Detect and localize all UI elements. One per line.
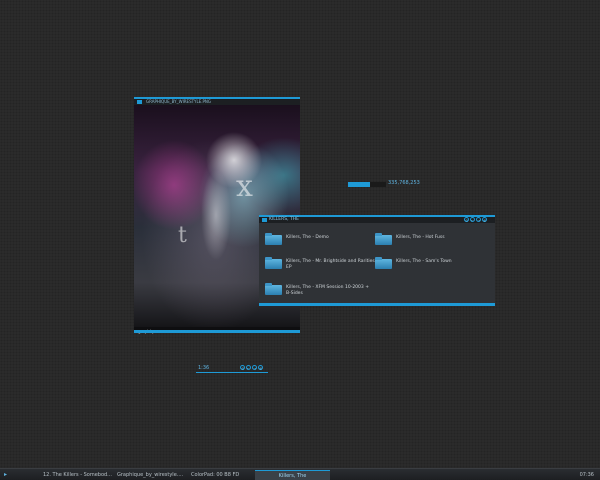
minimize-icon[interactable]: ⊖ bbox=[464, 217, 469, 223]
folder-icon bbox=[265, 233, 282, 245]
window-bottom-border bbox=[134, 330, 300, 333]
forward-icon[interactable]: → bbox=[476, 217, 481, 223]
folder-icon bbox=[375, 233, 392, 245]
arrow-right-icon[interactable]: ▸ bbox=[4, 471, 11, 478]
mini-player[interactable]: 1:36 ⊖ ← → ⊕ bbox=[196, 365, 268, 373]
window-bottom-border bbox=[259, 303, 495, 306]
previous-icon[interactable]: ← bbox=[246, 365, 251, 371]
track-time: 1:36 bbox=[198, 365, 210, 371]
image-viewer-title: GRAPHIQUE_BY_WIRESTYLE.PNG bbox=[146, 99, 212, 104]
minimize-icon[interactable]: ⊖ bbox=[240, 365, 245, 371]
folder-item[interactable]: Killers, The - Mr. Brightside and Rariti… bbox=[265, 257, 375, 270]
folder-icon bbox=[265, 283, 282, 295]
player-bottom-border bbox=[196, 371, 268, 373]
folder-item[interactable]: Killers, The - XFM Session 10-2003 + B-S… bbox=[265, 283, 375, 296]
taskbar-clock: 07:36 bbox=[579, 472, 594, 478]
folder-icon bbox=[375, 257, 392, 269]
file-browser-title: KILLERS, THE bbox=[269, 217, 299, 222]
file-browser-window[interactable]: KILLERS, THE ⊖ ← → ⊕ Killers, The - Demo… bbox=[259, 215, 495, 306]
folder-label: Killers, The - Mr. Brightside and Rariti… bbox=[286, 259, 375, 270]
window-icon bbox=[137, 100, 142, 104]
art-figure bbox=[196, 150, 236, 280]
folder-label: Killers, The - Demo bbox=[286, 235, 329, 240]
folder-label: Killers, The - Hot Fuss bbox=[396, 235, 445, 240]
folder-item[interactable]: Killers, The - Sam's Town bbox=[375, 257, 485, 269]
file-browser-titlebar[interactable]: KILLERS, THE ⊖ ← → ⊕ bbox=[259, 215, 495, 223]
taskbar: ▸ 12. The Killers - Somebod... Graphique… bbox=[0, 468, 600, 480]
folder-label: Killers, The - Sam's Town bbox=[396, 259, 452, 264]
maximize-icon[interactable]: ⊕ bbox=[482, 217, 487, 223]
taskbar-item[interactable]: 12. The Killers - Somebod... bbox=[40, 470, 112, 480]
next-icon[interactable]: → bbox=[252, 365, 257, 371]
maximize-icon[interactable]: ⊕ bbox=[258, 365, 263, 371]
taskbar-item[interactable]: ColorPad: 00 B8 FD bbox=[188, 470, 252, 480]
folder-item[interactable]: Killers, The - Hot Fuss bbox=[375, 233, 485, 245]
progress-fill bbox=[348, 182, 371, 187]
back-icon[interactable]: ← bbox=[470, 217, 475, 223]
image-viewer-titlebar[interactable]: GRAPHIQUE_BY_WIRESTYLE.PNG bbox=[134, 97, 300, 105]
progress-widget: 335,768,253 bbox=[348, 180, 420, 188]
folder-grid: Killers, The - Demo Killers, The - Hot F… bbox=[259, 223, 495, 303]
progress-track bbox=[348, 182, 386, 187]
art-letter-t: t bbox=[178, 223, 187, 248]
folder-item[interactable]: Killers, The - Demo bbox=[265, 233, 375, 245]
taskbar-item-active[interactable]: Killers, The bbox=[255, 470, 330, 480]
folder-label: Killers, The - XFM Session 10-2003 + B-S… bbox=[286, 285, 369, 296]
progress-label: 335,768,253 bbox=[388, 180, 420, 186]
art-letter-x: x bbox=[236, 169, 253, 204]
window-icon bbox=[262, 218, 267, 222]
taskbar-item[interactable]: Graphique_by_wirestyle.... bbox=[114, 470, 184, 480]
folder-icon bbox=[265, 257, 282, 269]
